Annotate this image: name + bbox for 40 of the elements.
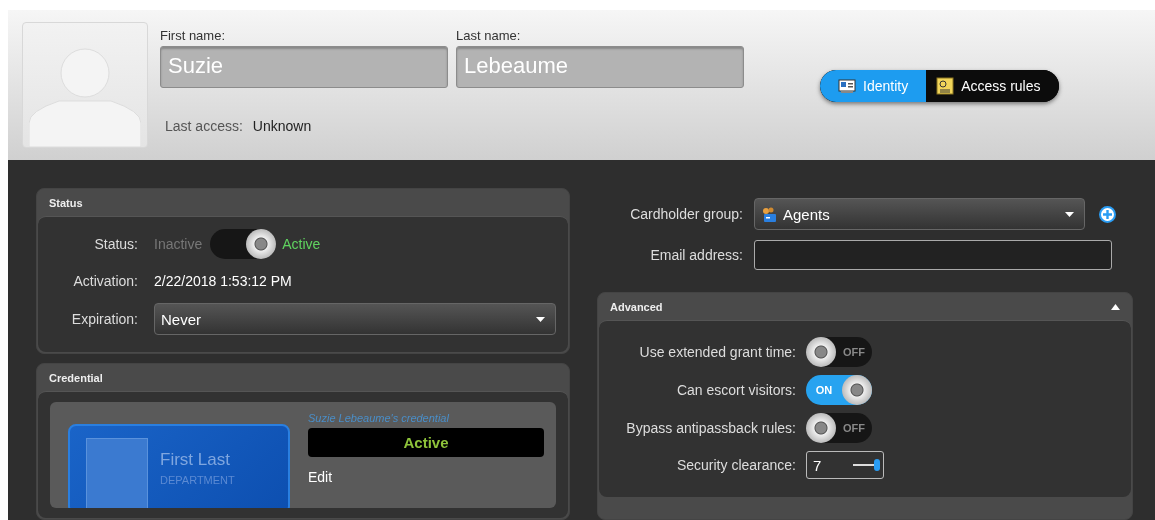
dropdown-arrow-icon [1065, 211, 1074, 217]
expiration-dropdown[interactable]: Never [154, 303, 556, 335]
user-group-icon [761, 206, 777, 222]
cardholder-group-dropdown[interactable]: Agents [754, 198, 1085, 230]
field-label: Email address: [649, 247, 743, 263]
rules-document-icon [936, 77, 955, 95]
last-access-value: Unknown [252, 118, 312, 134]
collapse-caret-icon[interactable] [1111, 304, 1120, 310]
panel-title: Credential [49, 372, 103, 384]
add-icon[interactable] [1099, 205, 1116, 223]
credential-status: Active [308, 428, 544, 457]
slider-thumb[interactable] [874, 459, 880, 471]
field-label: Last access: [165, 118, 243, 134]
tab[interactable]: Identity [820, 70, 927, 102]
panel-title: Advanced [610, 301, 663, 313]
tab[interactable]: Access rules [926, 70, 1059, 102]
field-label: Bypass antipassback rules: [625, 420, 796, 436]
field-label: Expiration: [70, 311, 138, 327]
toggle-switch[interactable]: OFF [806, 413, 872, 443]
field-label: Status: [93, 236, 138, 252]
dropdown-arrow-icon [536, 316, 545, 322]
inactive-label: Inactive [154, 236, 203, 252]
credential-card-drawing: First Last DEPARTMENT [68, 424, 290, 508]
field-label: Cardholder group: [629, 206, 743, 222]
field-label: Use extended grant time: [638, 344, 796, 360]
security-clearance-field[interactable]: 7 [806, 451, 884, 479]
panel-title: Status [49, 197, 83, 209]
field-label: Last name: [456, 28, 522, 43]
field-label: Activation: [72, 273, 138, 289]
field-label: Security clearance: [675, 457, 796, 473]
active-label: Active [282, 236, 321, 252]
toggle-switch[interactable]: OFF [806, 337, 872, 367]
field-label: Can escort visitors: [675, 382, 796, 398]
email-field[interactable] [754, 240, 1112, 270]
toggle-switch[interactable] [210, 229, 277, 259]
edit-link[interactable]: Edit [308, 469, 333, 485]
field-label: First name: [160, 28, 226, 43]
activation-value: 2/22/2018 1:53:12 PM [154, 273, 292, 289]
toggle-switch[interactable]: ON [806, 375, 872, 405]
id-card-icon [838, 78, 856, 94]
